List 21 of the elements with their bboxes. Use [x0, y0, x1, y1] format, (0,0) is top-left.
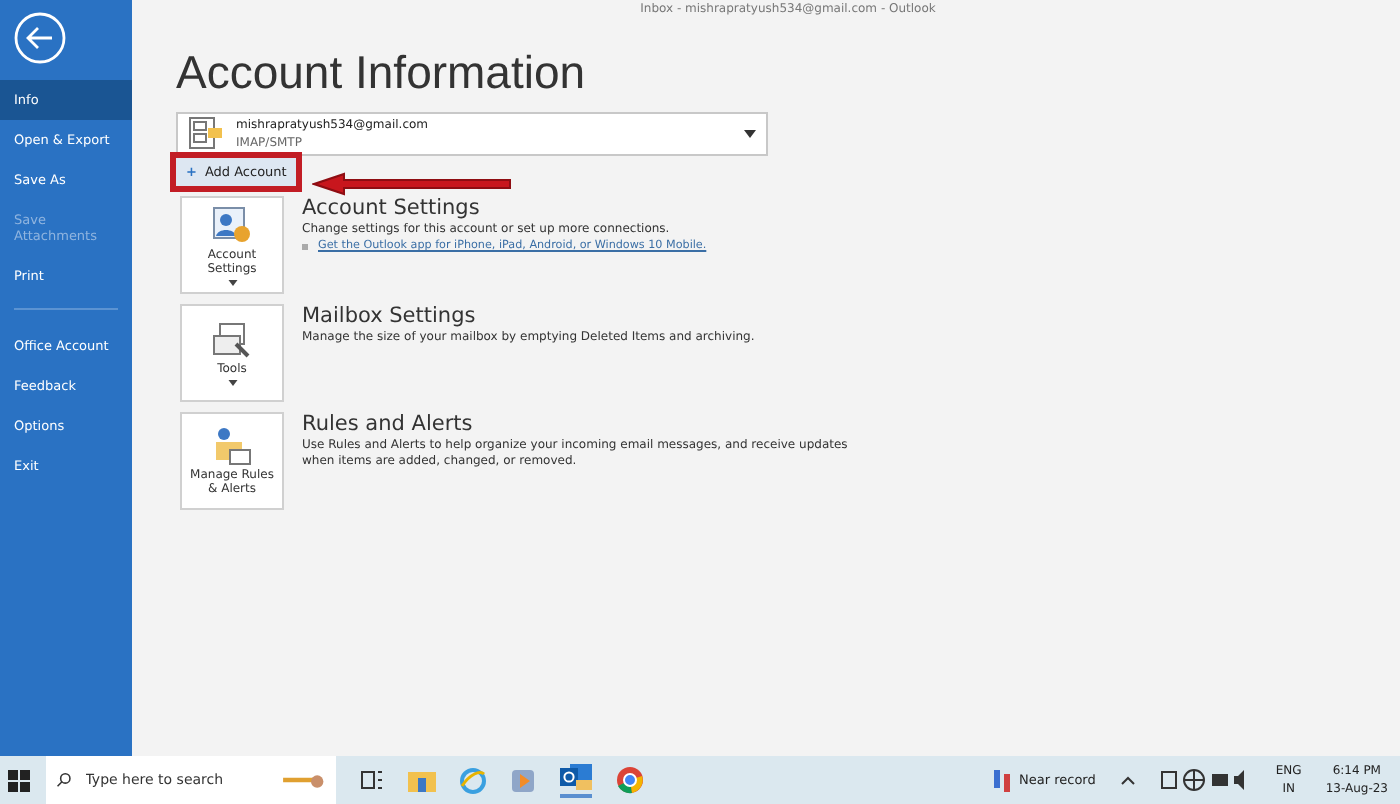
section-title: Account Settings — [302, 196, 482, 220]
page-title: Account Information — [176, 46, 586, 100]
account-icon — [188, 116, 224, 152]
caret-icon — [227, 279, 237, 285]
folder-icon[interactable] — [408, 768, 436, 792]
thermometer-icon — [991, 767, 1012, 793]
section-title: Mailbox Settings — [302, 304, 478, 328]
task-view-icon[interactable] — [360, 768, 384, 792]
mail-app-icon[interactable] — [560, 762, 592, 798]
section-title: Rules and Alerts — [302, 412, 475, 436]
search-icon — [56, 770, 72, 790]
tools-icon — [212, 320, 252, 361]
dropdown-caret-icon — [744, 130, 756, 138]
chrome-icon[interactable] — [616, 766, 644, 794]
chevron-up-icon[interactable] — [1119, 774, 1136, 786]
bullet-icon — [302, 243, 308, 249]
rules-icon — [212, 425, 252, 465]
windows-start-icon[interactable] — [8, 769, 30, 791]
caret-icon — [227, 379, 237, 386]
account-settings-icon — [212, 205, 252, 245]
back-icon[interactable] — [14, 12, 66, 64]
